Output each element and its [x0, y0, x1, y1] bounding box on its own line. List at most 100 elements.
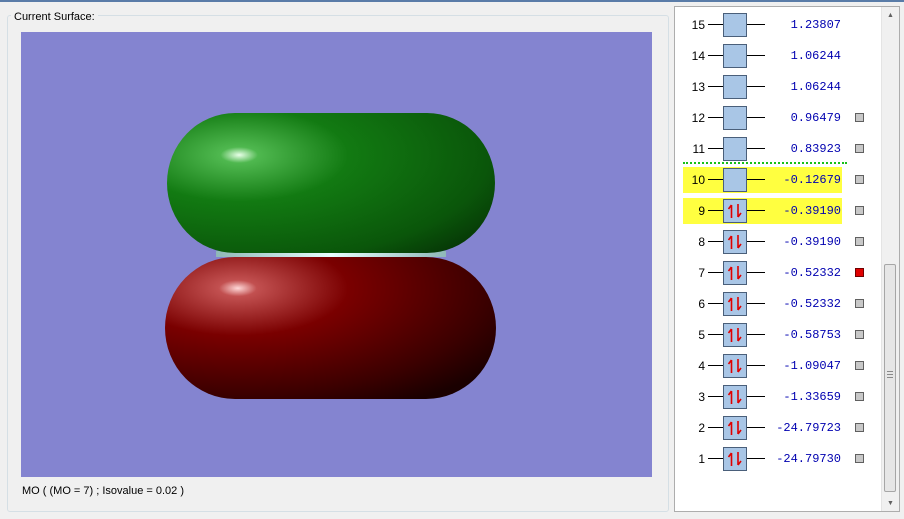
mo-number: 13 [691, 80, 705, 94]
mo-row[interactable]: 2 -24.79723 [675, 415, 884, 441]
positive-lobe [167, 113, 495, 253]
mo-energy: -24.79723 [776, 421, 841, 435]
homo-lumo-divider [683, 162, 847, 164]
surface-checkbox[interactable] [855, 237, 864, 246]
paired-electrons-icon [727, 266, 742, 280]
mo-number: 5 [698, 328, 705, 342]
mo-level-box[interactable] [723, 385, 747, 409]
mo-number: 14 [691, 49, 705, 63]
mo-number: 11 [692, 142, 705, 156]
window-top-border [0, 0, 904, 2]
level-line [708, 458, 723, 459]
mo-level-box[interactable] [723, 168, 747, 192]
level-line [708, 148, 723, 149]
mo-level-box[interactable] [723, 106, 747, 130]
surface-checkbox[interactable] [855, 454, 864, 463]
mo-number: 4 [698, 359, 705, 373]
level-line [708, 210, 723, 211]
level-line [708, 241, 723, 242]
mo-row[interactable]: 7 -0.52332 [675, 260, 884, 286]
surface-checkbox[interactable] [855, 206, 864, 215]
mo-energy: 1.06244 [790, 49, 841, 63]
mo-level-box[interactable] [723, 75, 747, 99]
mo-row[interactable]: 11 0.83923 [675, 136, 884, 162]
mo-row[interactable]: 10 -0.12679 [675, 167, 884, 193]
negative-lobe [165, 257, 496, 399]
level-line [708, 117, 723, 118]
mo-energy: -0.39190 [783, 235, 841, 249]
mo-energy: -1.33659 [783, 390, 841, 404]
mo-energy: 0.96479 [790, 111, 841, 125]
surface-checkbox[interactable] [855, 175, 864, 184]
scrollbar-thumb[interactable] [884, 264, 896, 492]
paired-electrons-icon [727, 328, 742, 342]
surface-checkbox[interactable] [855, 299, 864, 308]
mo-level-box[interactable] [723, 199, 747, 223]
mo-energy: -1.09047 [783, 359, 841, 373]
mo-energy: -24.79730 [776, 452, 841, 466]
paired-electrons-icon [727, 390, 742, 404]
mo-row[interactable]: 13 1.06244 [675, 74, 884, 100]
surface-checkbox[interactable] [855, 330, 864, 339]
mo-row[interactable]: 6 -0.52332 [675, 291, 884, 317]
mo-energy: -0.39190 [783, 204, 841, 218]
molecule-viewport[interactable] [21, 32, 652, 477]
surface-checkbox[interactable] [855, 268, 864, 277]
mo-energy: 0.83923 [790, 142, 841, 156]
mo-level-box[interactable] [723, 416, 747, 440]
mo-number: 9 [698, 204, 705, 218]
mo-level-box[interactable] [723, 137, 747, 161]
mo-energy: -0.52332 [783, 266, 841, 280]
mo-rows: 15 1.23807 14 1.06244 13 1.06244 12 0.96479 11 0.… [675, 7, 884, 511]
surface-checkbox[interactable] [855, 144, 864, 153]
arrow-up-icon[interactable]: ▲ [883, 7, 898, 23]
mo-row[interactable]: 3 -1.33659 [675, 384, 884, 410]
level-line [708, 24, 723, 25]
mo-level-box[interactable] [723, 447, 747, 471]
arrow-down-icon[interactable]: ▼ [883, 495, 898, 511]
level-line [708, 55, 723, 56]
level-line [708, 86, 723, 87]
mo-row[interactable]: 12 0.96479 [675, 105, 884, 131]
level-line [708, 365, 723, 366]
mo-number: 2 [698, 421, 705, 435]
mo-row[interactable]: 5 -0.58753 [675, 322, 884, 348]
mo-row[interactable]: 4 -1.09047 [675, 353, 884, 379]
paired-electrons-icon [727, 235, 742, 249]
mo-row[interactable]: 15 1.23807 [675, 12, 884, 38]
mo-level-box[interactable] [723, 230, 747, 254]
mo-level-box[interactable] [723, 354, 747, 378]
surface-checkbox[interactable] [855, 423, 864, 432]
mo-row[interactable]: 9 -0.39190 [675, 198, 884, 224]
paired-electrons-icon [727, 421, 742, 435]
mo-number: 1 [698, 452, 705, 466]
level-line [708, 179, 723, 180]
mo-row[interactable]: 1 -24.79730 [675, 446, 884, 472]
level-line [708, 427, 723, 428]
level-line [708, 334, 723, 335]
mo-level-box[interactable] [723, 323, 747, 347]
mo-level-box[interactable] [723, 13, 747, 37]
mo-level-box[interactable] [723, 44, 747, 68]
grip-icon [887, 371, 893, 380]
mo-list-panel: 15 1.23807 14 1.06244 13 1.06244 12 0.96479 11 0.… [674, 6, 900, 512]
mo-energy: 1.06244 [790, 80, 841, 94]
surface-checkbox[interactable] [855, 113, 864, 122]
mo-number: 8 [698, 235, 705, 249]
mo-level-box[interactable] [723, 261, 747, 285]
mo-number: 3 [698, 390, 705, 404]
mo-energy: -0.12679 [783, 173, 841, 187]
level-line [708, 303, 723, 304]
paired-electrons-icon [727, 359, 742, 373]
paired-electrons-icon [727, 452, 742, 466]
mo-number: 12 [691, 111, 705, 125]
mo-level-box[interactable] [723, 292, 747, 316]
mo-number: 15 [691, 18, 705, 32]
orbital-surface-render [165, 113, 496, 399]
surface-checkbox[interactable] [855, 392, 864, 401]
mo-energy: -0.58753 [783, 328, 841, 342]
mo-row[interactable]: 8 -0.39190 [675, 229, 884, 255]
vertical-scrollbar[interactable]: ▲ ▼ [881, 7, 899, 511]
surface-checkbox[interactable] [855, 361, 864, 370]
mo-row[interactable]: 14 1.06244 [675, 43, 884, 69]
